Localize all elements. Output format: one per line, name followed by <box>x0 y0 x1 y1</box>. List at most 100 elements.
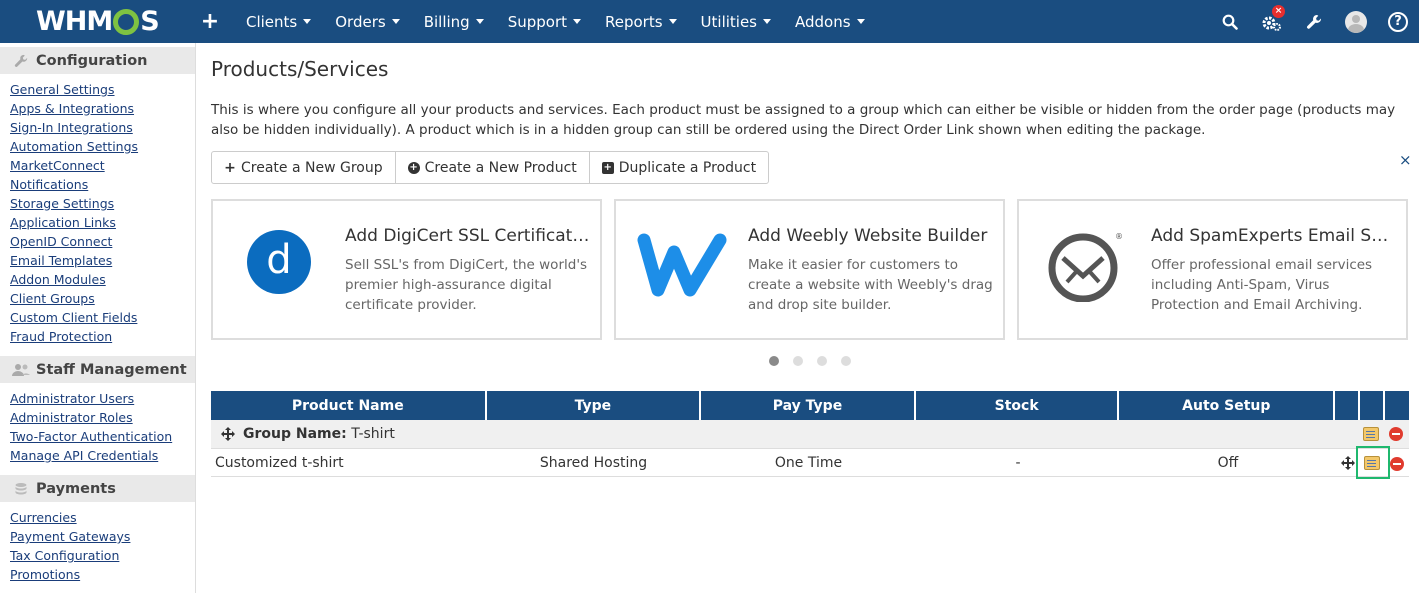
duplicate-product-button[interactable]: + Duplicate a Product <box>590 152 768 183</box>
nav-addons-label: Addons <box>795 12 851 31</box>
sidebar-link-administrator-users[interactable]: Administrator Users <box>10 389 195 408</box>
caret-down-icon <box>573 19 581 24</box>
sidebar-link-apps-integrations[interactable]: Apps & Integrations <box>10 99 195 118</box>
quick-add-icon[interactable]: + <box>190 9 230 34</box>
col-move <box>1335 391 1359 420</box>
product-actions-toolbar: + Create a New Group + Create a New Prod… <box>211 151 770 184</box>
sidebar-link-email-templates[interactable]: Email Templates <box>10 251 195 270</box>
pay-type-cell: One Time <box>774 455 843 471</box>
sidebar-link-tax-configuration[interactable]: Tax Configuration <box>10 546 195 565</box>
product-name-cell[interactable]: Customized t-shirt <box>215 449 344 477</box>
sidebar: Configuration General Settings Apps & In… <box>0 43 196 593</box>
carousel-dot-3[interactable] <box>817 356 827 366</box>
nav-utilities[interactable]: Utilities <box>689 0 783 43</box>
user-avatar[interactable] <box>1335 0 1377 43</box>
plus-square-icon: + <box>601 161 614 174</box>
sidebar-link-administrator-roles[interactable]: Administrator Roles <box>10 408 195 427</box>
help-icon[interactable]: ? <box>1377 0 1419 43</box>
caret-down-icon <box>303 19 312 24</box>
page-title: Products/Services <box>211 57 389 81</box>
move-product-handle[interactable] <box>1341 456 1357 472</box>
carousel-indicators <box>769 356 851 366</box>
edit-group-button[interactable] <box>1363 427 1379 443</box>
logo-text-right: S <box>140 5 159 37</box>
promo-card-digicert[interactable]: d Add DigiCert SSL Certificates Sell SSL… <box>211 199 602 340</box>
caret-down-icon <box>763 19 772 24</box>
wrench-icon[interactable] <box>1293 0 1335 43</box>
table-header: Product Name Type Pay Type Stock Auto Se… <box>211 391 1409 420</box>
promo-card-weebly[interactable]: Add Weebly Website Builder Make it easie… <box>614 199 1005 340</box>
promo-description: Sell SSL's from DigiCert, the world's pr… <box>345 257 588 313</box>
plus-icon: + <box>224 159 236 176</box>
caret-down-icon <box>475 19 484 24</box>
delete-group-button[interactable] <box>1389 427 1405 443</box>
group-name-value: T-shirt <box>351 426 395 442</box>
search-icon[interactable] <box>1209 0 1251 43</box>
weebly-logo <box>616 226 748 316</box>
auto-setup-cell: Off <box>1217 455 1239 471</box>
carousel-dot-2[interactable] <box>793 356 803 366</box>
sidebar-link-general-settings[interactable]: General Settings <box>10 80 195 99</box>
edit-product-button[interactable] <box>1364 456 1380 472</box>
col-auto-setup[interactable]: Auto Setup <box>1119 391 1334 420</box>
wrench-icon <box>12 54 30 68</box>
nav-support[interactable]: Support <box>496 0 593 43</box>
sidebar-section-payments: Payments <box>0 475 195 502</box>
col-product-name[interactable]: Product Name <box>211 391 485 420</box>
nav-addons[interactable]: Addons <box>783 0 877 43</box>
nav-utilities-label: Utilities <box>700 12 758 31</box>
delete-icon <box>1390 457 1404 471</box>
carousel-dot-4[interactable] <box>841 356 851 366</box>
sidebar-link-addon-modules[interactable]: Addon Modules <box>10 270 195 289</box>
col-pay-type[interactable]: Pay Type <box>701 391 914 420</box>
delete-icon <box>1389 427 1403 441</box>
col-edit <box>1360 391 1384 420</box>
nav-billing[interactable]: Billing <box>412 0 496 43</box>
nav-support-label: Support <box>507 12 567 31</box>
delete-product-button[interactable] <box>1390 457 1406 473</box>
promo-description: Offer professional email services includ… <box>1151 257 1373 313</box>
alert-badge: × <box>1272 5 1285 18</box>
create-group-label: Create a New Group <box>241 159 383 176</box>
top-navbar: WHM S + Clients Orders Billing Support Re… <box>0 0 1419 43</box>
sidebar-link-storage-settings[interactable]: Storage Settings <box>10 194 195 213</box>
table-row: Customized t-shirt Shared Hosting One Ti… <box>211 446 1409 479</box>
sidebar-link-payment-gateways[interactable]: Payment Gateways <box>10 527 195 546</box>
col-type[interactable]: Type <box>486 391 700 420</box>
create-group-button[interactable]: + Create a New Group <box>212 152 396 183</box>
digicert-logo: d <box>213 226 345 316</box>
sidebar-link-promotions[interactable]: Promotions <box>10 565 195 584</box>
caret-down-icon <box>668 19 677 24</box>
edit-icon <box>1363 427 1379 441</box>
sidebar-link-application-links[interactable]: Application Links <box>10 213 195 232</box>
settings-gear-icon[interactable]: × <box>1251 0 1293 43</box>
sidebar-link-client-groups[interactable]: Client Groups <box>10 289 195 308</box>
sidebar-link-sign-in-integrations[interactable]: Sign-In Integrations <box>10 118 195 137</box>
sidebar-link-manage-api-credentials[interactable]: Manage API Credentials <box>10 446 195 465</box>
promo-card-spamexperts[interactable]: ® Add SpamExperts Email Sec… Offer profe… <box>1017 199 1408 340</box>
nav-clients[interactable]: Clients <box>234 0 323 43</box>
section-title: Payments <box>36 480 116 497</box>
create-product-button[interactable]: + Create a New Product <box>396 152 590 183</box>
sidebar-link-custom-client-fields[interactable]: Custom Client Fields <box>10 308 195 327</box>
close-promos-icon[interactable]: × <box>1399 151 1412 169</box>
nav-reports[interactable]: Reports <box>593 0 689 43</box>
whmcs-logo[interactable]: WHM S <box>36 5 160 37</box>
sidebar-link-notifications[interactable]: Notifications <box>10 175 195 194</box>
move-arrows-icon[interactable] <box>221 427 235 441</box>
nav-orders[interactable]: Orders <box>323 0 411 43</box>
caret-down-icon <box>856 19 865 24</box>
sidebar-link-currencies[interactable]: Currencies <box>10 508 195 527</box>
col-stock[interactable]: Stock <box>915 391 1118 420</box>
promo-description: Make it easier for customers to create a… <box>748 257 993 313</box>
sidebar-section-staff-management: Staff Management <box>0 356 195 383</box>
plus-circle-icon: + <box>407 161 420 174</box>
nav-reports-label: Reports <box>605 12 663 31</box>
sidebar-link-openid-connect[interactable]: OpenID Connect <box>10 232 195 251</box>
carousel-dot-1[interactable] <box>769 356 779 366</box>
sidebar-link-marketconnect[interactable]: MarketConnect <box>10 156 195 175</box>
sidebar-link-two-factor-authentication[interactable]: Two-Factor Authentication <box>10 427 195 446</box>
page-intro-text: This is where you configure all your pro… <box>211 102 1396 138</box>
sidebar-link-automation-settings[interactable]: Automation Settings <box>10 137 195 156</box>
sidebar-link-fraud-protection[interactable]: Fraud Protection <box>10 327 195 346</box>
